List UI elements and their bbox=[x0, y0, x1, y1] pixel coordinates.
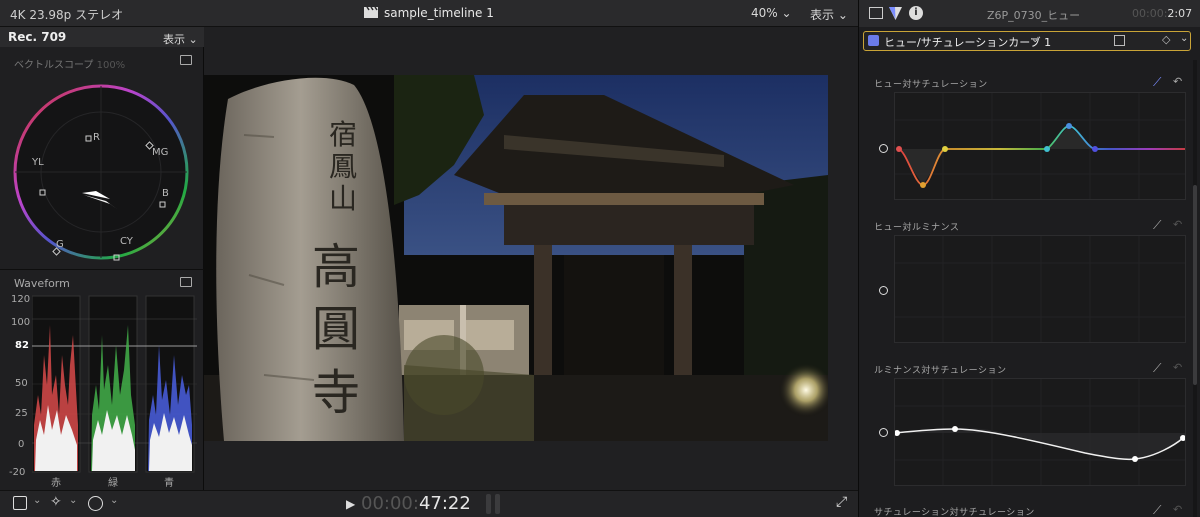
vector-label-r: R bbox=[93, 132, 100, 143]
effect-enabled-checkbox[interactable] bbox=[868, 35, 879, 46]
chevron-down-icon: ⌄ bbox=[781, 6, 792, 20]
info-icon[interactable]: i bbox=[909, 6, 923, 20]
curve-target-icon[interactable] bbox=[879, 428, 888, 437]
color-inspector-icon[interactable] bbox=[889, 7, 902, 20]
inspector: i Z6P_0730_ヒュー 00:00:2:07 ヒュー/サチュレーションカー… bbox=[858, 0, 1200, 517]
reset-icon[interactable]: ↶ bbox=[1173, 361, 1182, 374]
zoom-level: 40% bbox=[751, 6, 778, 20]
sign-char: 山 bbox=[329, 182, 358, 215]
eyedropper-icon[interactable]: ⟋ bbox=[1153, 218, 1161, 233]
chevron-down-icon[interactable]: ⌄ bbox=[1180, 33, 1188, 44]
clapper-icon bbox=[364, 6, 378, 18]
eyedropper-icon[interactable]: ⟋ bbox=[1153, 75, 1161, 90]
hue-vs-luma-curve[interactable] bbox=[894, 235, 1186, 343]
chevron-down-icon[interactable]: ⌄ bbox=[69, 495, 77, 506]
audio-meter-left bbox=[486, 494, 491, 514]
scope-view-label: 表示 bbox=[163, 33, 185, 46]
hue-vs-sat-curve[interactable] bbox=[894, 92, 1186, 200]
vector-label-mg: MG bbox=[152, 147, 169, 158]
play-icon[interactable]: ▶ bbox=[346, 497, 355, 511]
vector-label-b: B bbox=[162, 188, 169, 199]
chevron-down-icon[interactable]: ⌄ bbox=[33, 495, 41, 506]
vectorscope-title: ベクトルスコープ 100% bbox=[14, 56, 125, 71]
chevron-down-icon[interactable]: ⌄ bbox=[110, 495, 118, 506]
inspector-header: i Z6P_0730_ヒュー 00:00:2:07 bbox=[859, 0, 1200, 27]
vectorscope-title-text: ベクトルスコープ bbox=[14, 60, 94, 71]
timeline-name: sample_timeline 1 bbox=[384, 6, 494, 20]
duration-bright: 2:07 bbox=[1167, 7, 1193, 20]
curve-target-icon[interactable] bbox=[879, 286, 888, 295]
viewer-top-bar: 4K 23.98p ステレオ sample_timeline 1 40% ⌄ 表… bbox=[0, 0, 858, 27]
inspector-scrollbar-track[interactable] bbox=[1193, 60, 1197, 517]
eyedropper-icon[interactable]: ⟋ bbox=[1153, 503, 1161, 517]
reset-icon[interactable]: ↶ bbox=[1173, 503, 1182, 516]
channel-label-green: 緑 bbox=[108, 478, 118, 489]
speed-icon[interactable] bbox=[88, 496, 103, 511]
timecode-bright: 47:22 bbox=[418, 493, 471, 514]
colorspace-label: Rec. 709 bbox=[8, 30, 67, 44]
waveform-tick: 25 bbox=[15, 408, 28, 419]
clip-name: Z6P_0730_ヒュー bbox=[987, 9, 1081, 22]
vectorscope bbox=[13, 84, 189, 261]
sign-char: 圓 bbox=[312, 301, 361, 357]
inspector-scrollbar-thumb[interactable] bbox=[1193, 185, 1197, 385]
fullscreen-icon[interactable]: ⤢ bbox=[836, 494, 847, 510]
vector-label-yl: YL bbox=[32, 157, 44, 168]
eyedropper-icon[interactable]: ⟋ bbox=[1153, 361, 1161, 376]
timecode: 00:00:47:22 bbox=[361, 493, 471, 514]
chevron-down-icon: ⌄ bbox=[837, 8, 848, 22]
magic-wand-icon[interactable]: ✧ bbox=[50, 494, 62, 510]
transform-icon[interactable] bbox=[13, 496, 27, 510]
waveform-tick: 50 bbox=[15, 378, 28, 389]
scopes-panel: Rec. 709 表示 ⌄ ベクトルスコープ 100% R MG B CY G … bbox=[0, 27, 204, 490]
luma-vs-sat-curve[interactable] bbox=[894, 378, 1186, 486]
project-format-label: 4K 23.98p ステレオ bbox=[10, 8, 124, 22]
reset-icon[interactable]: ↶ bbox=[1173, 75, 1182, 88]
waveform-tick: -20 bbox=[9, 467, 26, 478]
curve-title: ルミナンス対サチュレーション bbox=[874, 366, 1007, 376]
curve-title: ヒュー対ルミナンス bbox=[874, 223, 960, 233]
waveform-tick: 0 bbox=[18, 439, 25, 450]
zoom-menu[interactable]: 40% ⌄ bbox=[751, 6, 792, 20]
sign-char: 高 bbox=[312, 239, 361, 295]
waveform-title: Waveform bbox=[14, 277, 70, 290]
waveform-tick: 100 bbox=[11, 317, 31, 328]
vector-label-cy: CY bbox=[120, 236, 133, 247]
view-menu-label: 表示 bbox=[810, 8, 835, 22]
vector-label-g: G bbox=[56, 239, 64, 250]
audio-meter-right bbox=[495, 494, 500, 514]
vectorscope-percent: 100% bbox=[96, 60, 126, 71]
waveform-graph bbox=[32, 295, 197, 473]
curve-title: サチュレーション対サチュレーション bbox=[874, 508, 1035, 517]
chevron-down-icon: ⌄ bbox=[188, 33, 198, 46]
keyframe-icon[interactable]: ◇ bbox=[1162, 33, 1170, 46]
timecode-dim: 00:00: bbox=[361, 493, 419, 514]
video-inspector-icon[interactable] bbox=[869, 7, 883, 19]
waveform-settings-icon[interactable] bbox=[180, 277, 192, 287]
reset-icon[interactable]: ↶ bbox=[1173, 218, 1182, 231]
curve-target-icon[interactable] bbox=[879, 144, 888, 153]
duration-dim: 00:00: bbox=[1132, 7, 1168, 20]
effect-name: ヒュー/サチュレーションカーブ 1 bbox=[884, 36, 1052, 49]
chevron-down-icon: ⌄ bbox=[1031, 34, 1040, 45]
waveform-tick: 120 bbox=[11, 294, 31, 305]
viewer-bottom-bar: ⌄ ✧ ⌄ ⌄ ▶ 00:00:47:22 ⤢ bbox=[0, 490, 858, 517]
scope-divider bbox=[0, 269, 204, 270]
channel-label-blue: 青 bbox=[164, 478, 174, 489]
effect-selector[interactable]: ヒュー/サチュレーションカーブ 1 ⌄ ◇ ⌄ bbox=[863, 31, 1191, 51]
scope-view-menu[interactable]: 表示 ⌄ bbox=[163, 31, 198, 47]
clip-duration: 00:00:2:07 bbox=[1132, 7, 1192, 20]
waveform-tick-highlight: 82 bbox=[15, 340, 29, 351]
scope-header: Rec. 709 表示 ⌄ bbox=[0, 27, 204, 47]
sign-char: 寺 bbox=[312, 365, 361, 421]
view-menu[interactable]: 表示 ⌄ bbox=[810, 6, 848, 23]
channel-label-red: 赤 bbox=[51, 478, 61, 489]
mask-icon[interactable] bbox=[1114, 35, 1125, 46]
viewer: 宿 鳳 山 高 圓 寺 bbox=[204, 27, 858, 490]
scope-settings-icon[interactable] bbox=[180, 55, 192, 65]
video-frame[interactable] bbox=[204, 75, 828, 441]
curve-title: ヒュー対サチュレーション bbox=[874, 80, 988, 90]
